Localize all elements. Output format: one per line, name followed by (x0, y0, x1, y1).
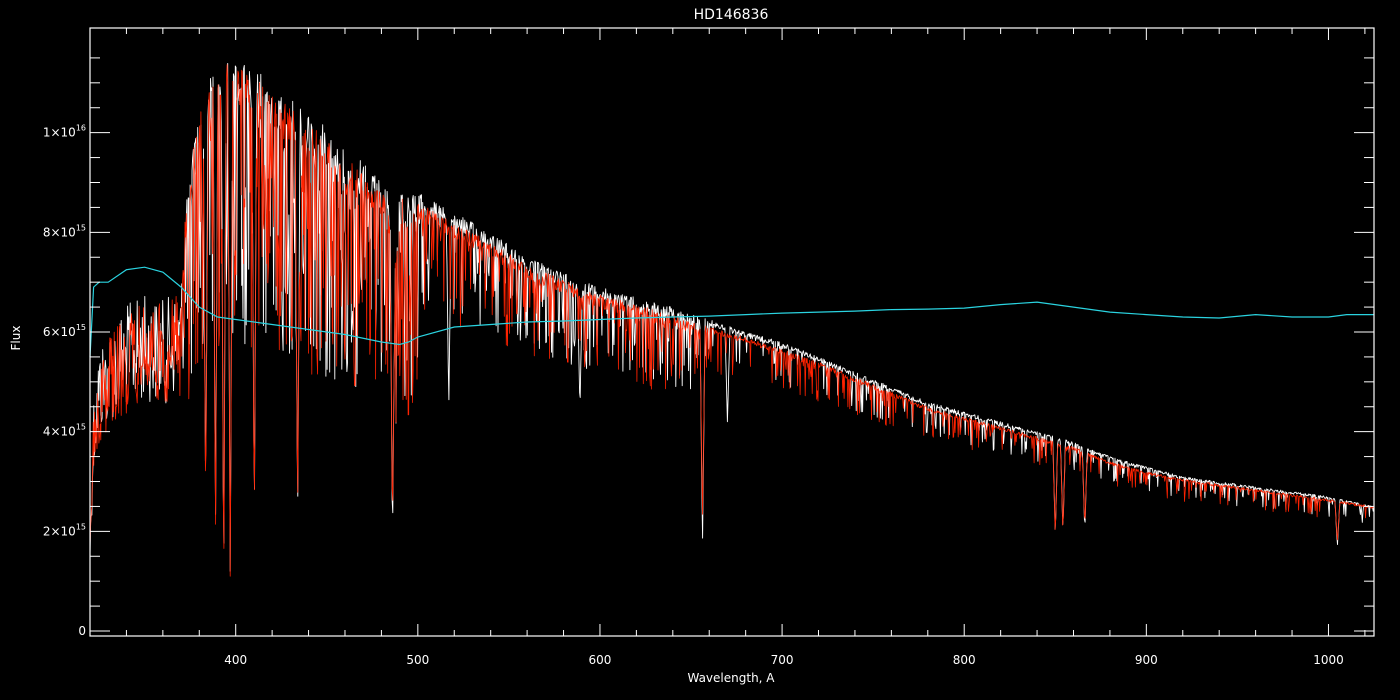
x-axis-label: Wavelength, A (687, 671, 775, 685)
chart-title: HD146836 (694, 7, 769, 23)
spectrum-chart: HD146836 Wavelength, A Flux 400 500 600 700… (0, 0, 1400, 700)
x-tick-label: 800 (953, 653, 976, 667)
y-axis-label: Flux (9, 326, 23, 351)
x-tick-label: 600 (589, 653, 612, 667)
x-tick-label: 900 (1135, 653, 1158, 667)
x-tick-label: 400 (224, 653, 247, 667)
x-tick-label: 500 (406, 653, 429, 667)
y-tick-label: 0 (78, 624, 86, 638)
x-tick-label: 1000 (1313, 653, 1344, 667)
x-tick-label: 700 (771, 653, 794, 667)
